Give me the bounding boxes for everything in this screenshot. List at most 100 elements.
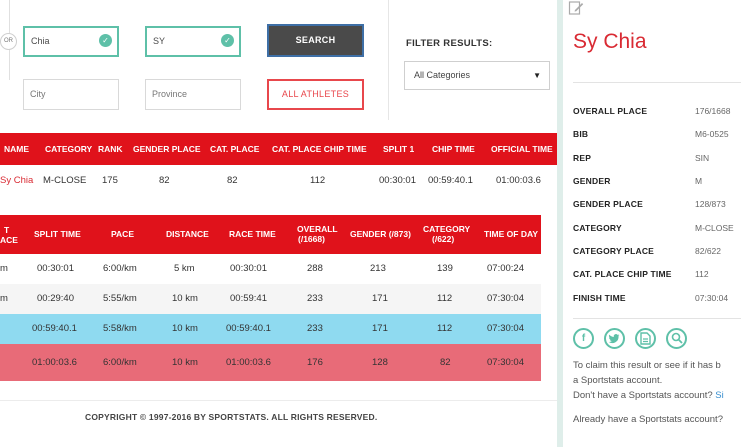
sidebar-divider bbox=[573, 318, 741, 319]
all-athletes-button[interactable]: ALL ATHLETES bbox=[267, 79, 364, 110]
split-distance: 5 km bbox=[174, 263, 195, 274]
split-race-time: 00:59:40.1 bbox=[226, 323, 271, 334]
split-time: 00:30:01 bbox=[37, 263, 74, 274]
check-icon: ✓ bbox=[221, 34, 234, 47]
or-badge: OR bbox=[0, 33, 17, 50]
col-header-chip-time: CHIP TIME bbox=[432, 144, 475, 154]
last-name-value: SY bbox=[153, 36, 166, 46]
detail-label-finish-time: FINISH TIME bbox=[573, 293, 626, 303]
detail-label-gender-place: GENDER PLACE bbox=[573, 199, 643, 209]
cell-split1: 00:30:01 bbox=[379, 175, 416, 186]
filter-divider bbox=[388, 0, 389, 120]
claim-text-line4: Already have a Sportstats account? bbox=[573, 414, 723, 425]
detail-label-bib: BIB bbox=[573, 129, 589, 139]
first-name-input[interactable]: Chia ✓ bbox=[23, 26, 119, 57]
split-overall: 288 bbox=[307, 263, 323, 274]
cell-category: M-CLOSE bbox=[43, 175, 87, 186]
col-header-gender-place: GENDER PLACE bbox=[133, 144, 201, 154]
cell-cat-chip-time: 112 bbox=[310, 175, 326, 186]
split-race-time: 00:30:01 bbox=[230, 263, 267, 274]
split-time-of-day: 07:30:04 bbox=[487, 293, 524, 304]
col-header-split1: SPLIT 1 bbox=[383, 144, 415, 154]
detail-label-rep: REP bbox=[573, 153, 592, 163]
main-content: OR Chia ✓ SY ✓ City Province SEARCH ALL … bbox=[0, 0, 557, 447]
col-header-gender: GENDER (/873) bbox=[350, 229, 411, 239]
sign-up-link[interactable]: Si bbox=[715, 390, 723, 401]
search-icon[interactable] bbox=[666, 328, 687, 349]
split-overall: 233 bbox=[307, 293, 323, 304]
split-row-finish-chip: 00:59:40.1 5:58/km 10 km 00:59:40.1 233 … bbox=[0, 314, 541, 344]
detail-value-gender-place: 128/873 bbox=[695, 199, 726, 209]
split-pace: 6:00/km bbox=[103, 263, 137, 274]
detail-value-bib: M6-0525 bbox=[695, 129, 729, 139]
copyright-text: COPYRIGHT © 1997-2016 BY SPORTSTATS. ALL… bbox=[85, 412, 378, 422]
claim-text-line1: To claim this result or see if it has b bbox=[573, 360, 721, 371]
split-category: 139 bbox=[437, 263, 453, 274]
col-header-category: CATEGORY bbox=[45, 144, 93, 154]
split-pace: 5:58/km bbox=[103, 323, 137, 334]
category-filter-select[interactable]: All Categories ▼ bbox=[404, 61, 550, 90]
col-header-split-name-2: ACE bbox=[0, 235, 18, 245]
check-icon: ✓ bbox=[99, 34, 112, 47]
split-race-time: 01:00:03.6 bbox=[226, 357, 271, 368]
col-header-overall: OVERALL bbox=[297, 224, 338, 234]
col-header-cat-chip-time: CAT. PLACE CHIP TIME bbox=[272, 144, 367, 154]
results-table-header: NAME CATEGORY RANK GENDER PLACE CAT. PLA… bbox=[0, 133, 557, 165]
split-row-finish-official: 01:00:03.6 6:00/km 10 km 01:00:03.6 176 … bbox=[0, 344, 541, 381]
detail-label-gender: GENDER bbox=[573, 176, 611, 186]
split-label: m bbox=[0, 293, 8, 304]
detail-value-category-place: 82/622 bbox=[695, 246, 721, 256]
detail-value-cat-chip-time: 112 bbox=[695, 269, 709, 279]
split-gender: 213 bbox=[370, 263, 386, 274]
edit-icon[interactable] bbox=[568, 0, 584, 16]
col-header-distance: DISTANCE bbox=[166, 229, 209, 239]
split-time-of-day: 07:30:04 bbox=[487, 323, 524, 334]
sidebar-divider bbox=[573, 82, 741, 83]
col-header-split-name: T bbox=[4, 225, 10, 235]
twitter-bird-glyph bbox=[608, 334, 620, 344]
facebook-icon[interactable]: f bbox=[573, 328, 594, 349]
athlete-name-link[interactable]: Sy Chia bbox=[0, 165, 33, 197]
search-button[interactable]: SEARCH bbox=[267, 24, 364, 57]
detail-label-overall-place: OVERALL PLACE bbox=[573, 106, 648, 116]
results-table-row[interactable]: Sy Chia M-CLOSE 175 82 82 112 00:30:01 0… bbox=[0, 165, 557, 197]
split-overall: 233 bbox=[307, 323, 323, 334]
filter-label: FILTER RESULTS: bbox=[406, 38, 493, 49]
split-label: m bbox=[0, 263, 8, 274]
splits-table-header: T ACE SPLIT TIME PACE DISTANCE RACE TIME… bbox=[0, 215, 541, 254]
cell-cat-place: 82 bbox=[227, 175, 238, 186]
col-header-official-time: OFFICIAL TIME bbox=[491, 144, 553, 154]
cell-gender-place: 82 bbox=[159, 175, 170, 186]
col-header-time-of-day: TIME OF DAY bbox=[484, 229, 538, 239]
detail-label-cat-chip-time: CAT. PLACE CHIP TIME bbox=[573, 269, 672, 279]
city-placeholder: City bbox=[30, 89, 46, 99]
split-time: 00:59:40.1 bbox=[32, 323, 77, 334]
province-input[interactable]: Province bbox=[145, 79, 241, 110]
col-header-name: NAME bbox=[4, 144, 30, 154]
col-header-category-total: (/622) bbox=[432, 234, 455, 244]
split-overall: 176 bbox=[307, 357, 323, 368]
split-distance: 10 km bbox=[172, 357, 198, 368]
document-icon[interactable] bbox=[635, 328, 656, 349]
dropdown-caret-icon: ▼ bbox=[533, 71, 541, 80]
cell-chip-time: 00:59:40.1 bbox=[428, 175, 473, 186]
col-header-cat-place: CAT. PLACE bbox=[210, 144, 260, 154]
split-pace: 5:55/km bbox=[103, 293, 137, 304]
split-time-of-day: 07:00:24 bbox=[487, 263, 524, 274]
cell-official-time: 01:00:03.6 bbox=[496, 175, 541, 186]
magnifier-glyph bbox=[671, 332, 683, 344]
col-header-category: CATEGORY bbox=[423, 224, 471, 234]
twitter-icon[interactable] bbox=[604, 328, 625, 349]
col-header-pace: PACE bbox=[111, 229, 134, 239]
split-row: m 00:29:40 5:55/km 10 km 00:59:41 233 17… bbox=[0, 284, 541, 314]
split-time: 01:00:03.6 bbox=[32, 357, 77, 368]
detail-label-category: CATEGORY bbox=[573, 223, 622, 233]
col-header-race-time: RACE TIME bbox=[229, 229, 276, 239]
split-category: 82 bbox=[440, 357, 451, 368]
split-row: m 00:30:01 6:00/km 5 km 00:30:01 288 213… bbox=[0, 254, 541, 284]
last-name-input[interactable]: SY ✓ bbox=[145, 26, 241, 57]
document-glyph bbox=[640, 332, 651, 345]
city-input[interactable]: City bbox=[23, 79, 119, 110]
province-placeholder: Province bbox=[152, 89, 188, 99]
claim-text-line2: a Sportstats account. bbox=[573, 375, 663, 386]
